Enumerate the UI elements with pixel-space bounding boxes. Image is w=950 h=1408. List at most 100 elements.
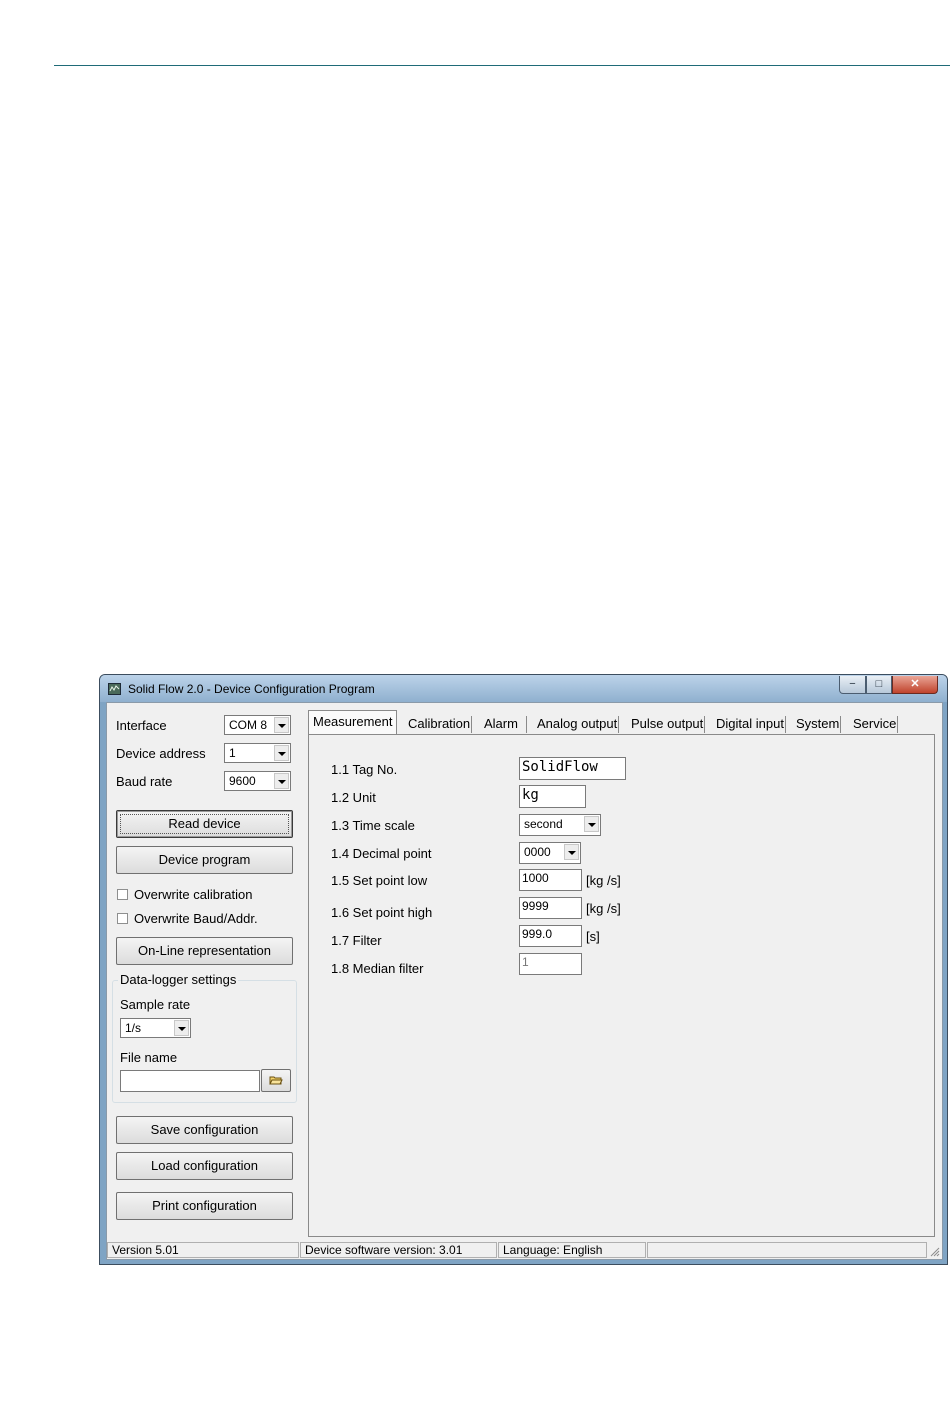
- save-configuration-button[interactable]: Save configuration: [116, 1116, 293, 1144]
- chevron-down-icon[interactable]: [274, 745, 289, 761]
- set-point-high-label: 1.6 Set point high: [331, 905, 433, 920]
- tab-calibration[interactable]: Calibration: [408, 714, 473, 734]
- baud-rate-label: Baud rate: [116, 774, 173, 789]
- tab-label: Analog output: [537, 716, 618, 731]
- set-point-low-label: 1.5 Set point low: [331, 873, 428, 888]
- decimal-point-select[interactable]: 0000: [519, 842, 581, 864]
- tag-no-value: SolidFlow: [522, 759, 598, 775]
- sample-rate-value: 1/s: [125, 1021, 142, 1035]
- time-scale-label: 1.3 Time scale: [331, 818, 415, 833]
- title-bar[interactable]: Solid Flow 2.0 - Device Configuration Pr…: [100, 675, 947, 702]
- set-point-high-input[interactable]: 9999: [519, 897, 582, 919]
- tag-no-label: 1.1 Tag No.: [331, 762, 398, 777]
- set-point-high-value: 9999: [522, 899, 549, 913]
- set-point-high-unit: [kg /s]: [586, 901, 621, 916]
- datalogger-settings-legend: Data-logger settings: [118, 972, 239, 987]
- status-extra: [647, 1242, 927, 1258]
- app-window: Solid Flow 2.0 - Device Configuration Pr…: [99, 674, 948, 1265]
- tag-no-input[interactable]: SolidFlow: [519, 757, 626, 780]
- close-icon[interactable]: ✕: [892, 676, 938, 694]
- overwrite-calibration-checkbox[interactable]: [117, 889, 128, 900]
- tab-alarm[interactable]: Alarm: [484, 714, 527, 734]
- device-address-value: 1: [229, 746, 236, 760]
- baud-rate-select[interactable]: 9600: [224, 771, 291, 791]
- chevron-down-icon[interactable]: [274, 717, 289, 733]
- tab-digital-input[interactable]: Digital input: [716, 714, 786, 734]
- overwrite-baud-label: Overwrite Baud/Addr.: [134, 911, 258, 926]
- set-point-low-unit: [kg /s]: [586, 873, 621, 888]
- app-icon: [108, 683, 121, 695]
- measurement-panel: 1.1 Tag No. SolidFlow 1.2 Unit kg 1.3 Ti…: [308, 734, 935, 1237]
- interface-select[interactable]: COM 8: [224, 715, 291, 735]
- device-address-select[interactable]: 1: [224, 743, 291, 763]
- browse-folder-button[interactable]: [261, 1069, 291, 1092]
- sample-rate-label: Sample rate: [120, 997, 191, 1012]
- median-filter-label: 1.8 Median filter: [331, 961, 424, 976]
- time-scale-select[interactable]: second: [519, 814, 601, 836]
- filter-value: 999.0: [522, 927, 553, 941]
- tab-label: Pulse output: [631, 716, 704, 731]
- unit-value: kg: [522, 787, 539, 803]
- chevron-down-icon[interactable]: [274, 773, 289, 789]
- tab-separator: [525, 716, 527, 733]
- decimal-point-label: 1.4 Decimal point: [331, 846, 432, 861]
- print-configuration-button[interactable]: Print configuration: [116, 1192, 293, 1220]
- load-configuration-button[interactable]: Load configuration: [116, 1152, 293, 1180]
- read-device-button[interactable]: Read device: [116, 810, 293, 838]
- time-scale-value: second: [524, 817, 563, 831]
- chevron-down-icon[interactable]: [174, 1020, 189, 1036]
- tab-system[interactable]: System: [796, 714, 842, 734]
- set-point-low-value: 1000: [522, 871, 549, 885]
- focus-rectangle: [120, 814, 289, 834]
- chevron-down-icon[interactable]: [564, 844, 579, 860]
- resize-grip-icon[interactable]: [930, 1247, 940, 1257]
- online-representation-button[interactable]: On-Line representation: [116, 937, 293, 965]
- tab-pulse-output[interactable]: Pulse output: [631, 714, 706, 734]
- tab-separator: [840, 716, 842, 733]
- overwrite-calibration-label: Overwrite calibration: [134, 887, 253, 902]
- baud-rate-value: 9600: [229, 774, 256, 788]
- device-address-label: Device address: [116, 746, 206, 761]
- tab-label: System: [796, 716, 840, 731]
- unit-input[interactable]: kg: [519, 785, 586, 808]
- tab-label: Alarm: [484, 716, 518, 731]
- file-name-input[interactable]: [120, 1070, 260, 1092]
- status-language: Language: English: [498, 1242, 646, 1258]
- sample-rate-select[interactable]: 1/s: [120, 1018, 191, 1038]
- tab-label: Measurement: [313, 714, 393, 729]
- status-device-software: Device software version: 3.01: [300, 1242, 497, 1258]
- chevron-down-icon[interactable]: [584, 816, 599, 832]
- set-point-low-input[interactable]: 1000: [519, 869, 582, 891]
- unit-label: 1.2 Unit: [331, 790, 376, 805]
- status-bar: Version 5.01 Device software version: 3.…: [107, 1240, 942, 1259]
- decimal-point-value: 0000: [524, 845, 551, 859]
- maximize-icon[interactable]: □: [866, 676, 892, 694]
- overwrite-baud-checkbox[interactable]: [117, 913, 128, 924]
- tab-separator: [618, 716, 620, 733]
- folder-open-icon: [269, 1076, 283, 1085]
- median-filter-input[interactable]: 1: [519, 953, 582, 975]
- filter-input[interactable]: 999.0: [519, 925, 582, 947]
- window-title: Solid Flow 2.0 - Device Configuration Pr…: [128, 682, 375, 696]
- tab-label: Digital input: [716, 716, 784, 731]
- tab-service[interactable]: Service: [853, 714, 899, 734]
- minimize-icon[interactable]: −: [839, 676, 866, 694]
- tab-label: Service: [853, 716, 897, 731]
- tab-label: Calibration: [408, 716, 471, 731]
- median-filter-value: 1: [522, 955, 529, 969]
- file-name-label: File name: [120, 1050, 178, 1065]
- tab-measurement[interactable]: Measurement: [308, 710, 398, 735]
- tab-separator: [471, 716, 473, 733]
- page-top-rule: [54, 65, 950, 66]
- tab-separator: [704, 716, 706, 733]
- tab-separator: [897, 716, 899, 733]
- device-program-button[interactable]: Device program: [116, 846, 293, 874]
- tab-separator: [784, 716, 786, 733]
- filter-label: 1.7 Filter: [331, 933, 382, 948]
- status-version: Version 5.01: [107, 1242, 299, 1258]
- filter-unit: [s]: [586, 929, 600, 944]
- interface-value: COM 8: [229, 718, 268, 732]
- interface-label: Interface: [116, 718, 167, 733]
- client-area: Interface COM 8 Device address 1 Baud ra…: [106, 702, 943, 1260]
- tab-analog-output[interactable]: Analog output: [537, 714, 620, 734]
